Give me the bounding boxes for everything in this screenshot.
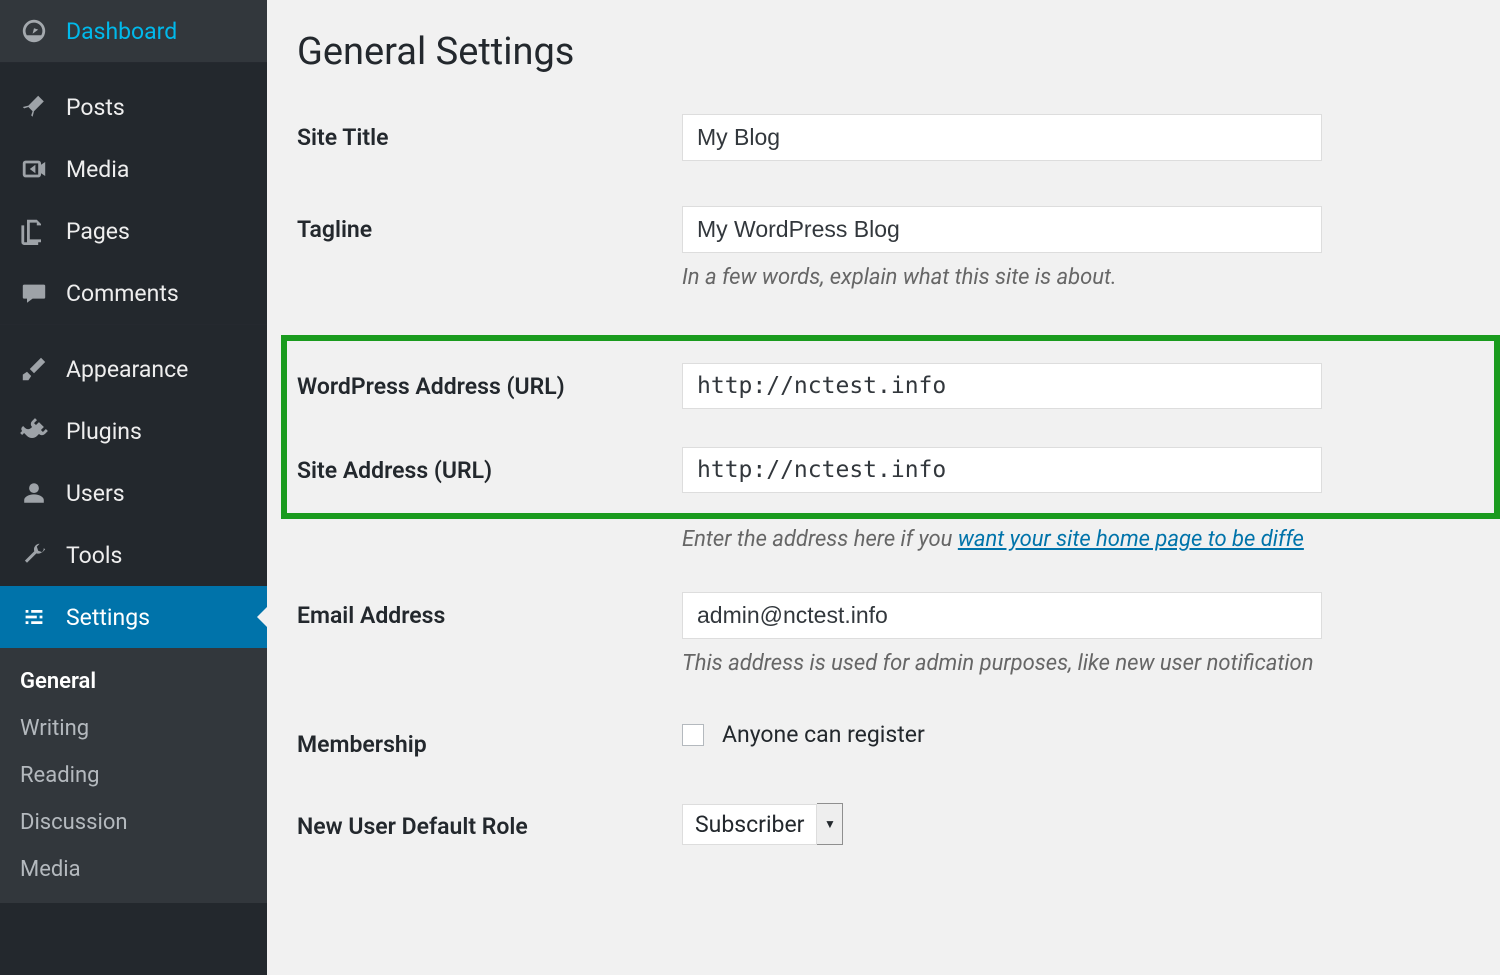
sidebar-item-label: Appearance [66, 356, 188, 383]
sidebar-item-posts[interactable]: Posts [0, 76, 267, 138]
chevron-down-icon[interactable]: ▼ [817, 803, 843, 845]
submenu-item-discussion[interactable]: Discussion [0, 799, 267, 846]
sidebar-item-tools[interactable]: Tools [0, 524, 267, 586]
email-input[interactable] [682, 592, 1322, 639]
membership-checkbox-label: Anyone can register [722, 721, 925, 748]
sidebar-item-label: Plugins [66, 418, 142, 445]
pages-icon [20, 217, 48, 245]
settings-submenu: General Writing Reading Discussion Media [0, 648, 267, 903]
comment-icon [20, 279, 48, 307]
email-label: Email Address [297, 592, 682, 629]
site-address-input[interactable] [682, 447, 1322, 493]
site-address-description: Enter the address here if you want your … [682, 527, 1500, 552]
sidebar-item-label: Comments [66, 280, 179, 307]
submenu-item-media[interactable]: Media [0, 846, 267, 893]
wp-address-label: WordPress Address (URL) [297, 363, 682, 400]
submenu-item-reading[interactable]: Reading [0, 752, 267, 799]
admin-sidebar: Dashboard Posts Media Pages Comments App… [0, 0, 267, 975]
sidebar-item-settings[interactable]: Settings [0, 586, 267, 648]
pin-icon [20, 93, 48, 121]
sidebar-item-label: Users [66, 480, 125, 507]
sidebar-item-dashboard[interactable]: Dashboard [0, 0, 267, 62]
user-icon [20, 479, 48, 507]
sidebar-item-pages[interactable]: Pages [0, 200, 267, 262]
membership-checkbox[interactable] [682, 724, 704, 746]
submenu-item-general[interactable]: General [0, 658, 267, 705]
sidebar-item-appearance[interactable]: Appearance [0, 338, 267, 400]
menu-separator [0, 324, 267, 338]
tagline-input[interactable] [682, 206, 1322, 253]
settings-icon [20, 603, 48, 631]
dashboard-icon [20, 17, 48, 45]
main-content: General Settings Site Title Tagline In a… [267, 0, 1500, 975]
tagline-label: Tagline [297, 206, 682, 243]
menu-separator [0, 62, 267, 76]
site-title-label: Site Title [297, 114, 682, 151]
membership-label: Membership [297, 721, 682, 758]
url-highlight-box: WordPress Address (URL) Site Address (UR… [281, 335, 1500, 519]
sidebar-item-media[interactable]: Media [0, 138, 267, 200]
sidebar-item-users[interactable]: Users [0, 462, 267, 524]
default-role-select[interactable]: Subscriber [682, 804, 817, 845]
brush-icon [20, 355, 48, 383]
media-icon [20, 155, 48, 183]
site-title-input[interactable] [682, 114, 1322, 161]
site-address-label: Site Address (URL) [297, 447, 682, 484]
tagline-description: In a few words, explain what this site i… [682, 265, 1500, 290]
sidebar-item-label: Settings [66, 604, 150, 631]
sidebar-item-label: Tools [66, 542, 122, 569]
wp-address-input[interactable] [682, 363, 1322, 409]
email-description: This address is used for admin purposes,… [682, 651, 1500, 676]
page-title: General Settings [297, 30, 1500, 74]
sidebar-item-label: Pages [66, 218, 130, 245]
site-address-help-link[interactable]: want your site home page to be diffe [958, 527, 1304, 552]
plug-icon [20, 417, 48, 445]
sidebar-item-plugins[interactable]: Plugins [0, 400, 267, 462]
sidebar-item-label: Media [66, 156, 129, 183]
settings-form: Site Title Tagline In a few words, expla… [297, 114, 1500, 845]
sidebar-item-label: Dashboard [66, 18, 177, 45]
sidebar-item-label: Posts [66, 94, 125, 121]
wrench-icon [20, 541, 48, 569]
sidebar-item-comments[interactable]: Comments [0, 262, 267, 324]
submenu-item-writing[interactable]: Writing [0, 705, 267, 752]
default-role-label: New User Default Role [297, 803, 682, 840]
